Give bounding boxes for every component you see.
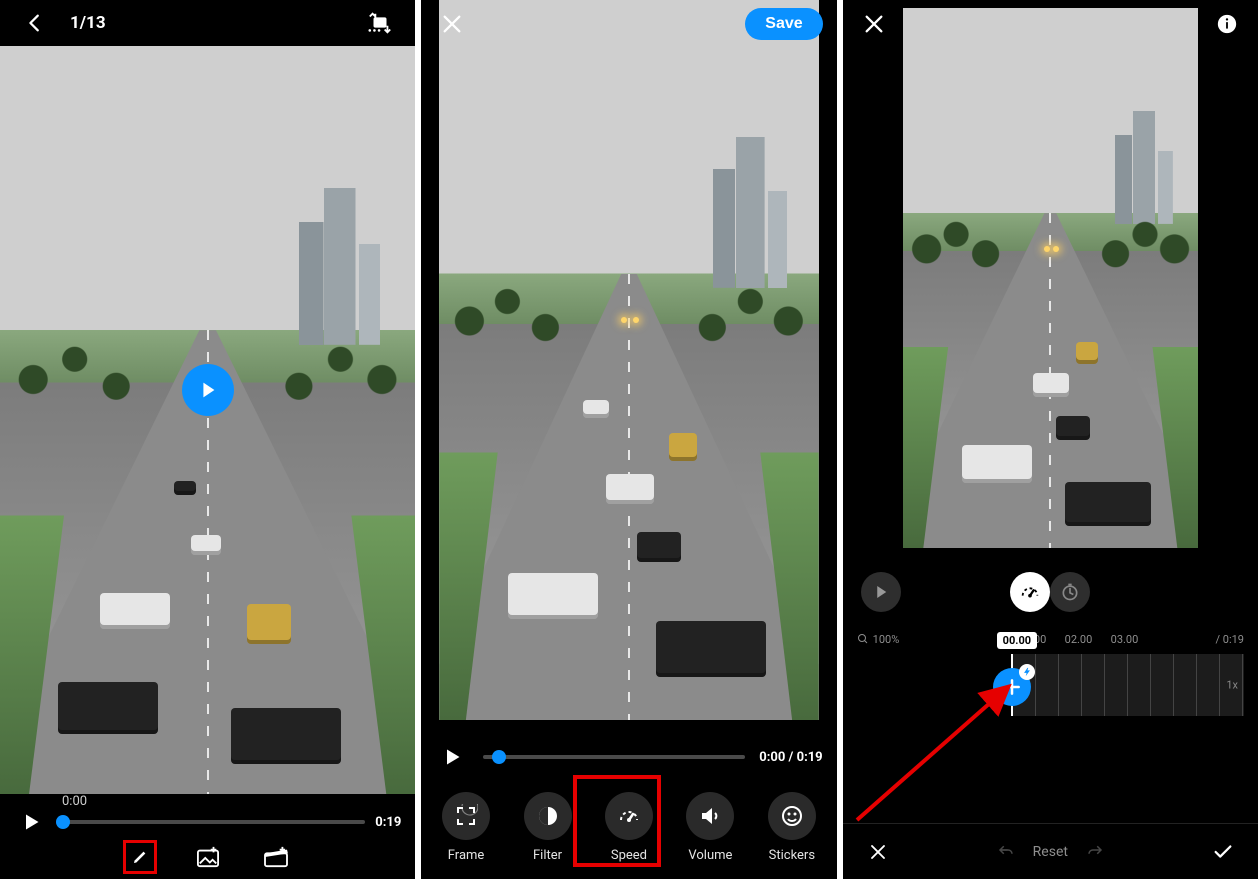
panel-speed-editor: 100% • 01.00 02.00 03.00 / 0:19 00.00 1x [843,0,1258,879]
seek-knob[interactable] [492,750,506,764]
tool-label: Stickers [769,848,815,863]
info-icon [1216,13,1238,35]
play-button[interactable] [182,364,234,416]
volume-icon [698,804,722,828]
speed-icon [617,804,641,828]
panel-media-preview: 1/13 0:00 [0,0,415,879]
speed-track[interactable]: 1x [1011,654,1244,716]
ruler-ticks: • 01.00 02.00 03.00 / 0:19 [1009,628,1244,650]
bolt-icon [1022,667,1032,677]
seek-row: 0:19 [0,805,415,839]
zoom-control[interactable]: 100% [857,633,900,646]
play-button[interactable] [435,740,469,774]
panel-edit-tools: Save 0:00 / 0:19 Frame Filter Speed Volu… [421,0,836,879]
close-button[interactable] [857,7,891,41]
seek-bar[interactable] [58,820,365,824]
total-duration: / 0:19 [1216,633,1244,646]
close-icon [863,13,885,35]
redo-icon [1086,841,1104,859]
close-icon [441,13,463,35]
play-icon [442,747,462,767]
speed-mode-freeze[interactable] [1050,572,1090,612]
track-marks [1013,654,1244,716]
video-preview[interactable] [0,46,415,794]
back-button[interactable] [18,6,52,40]
seek-bar[interactable] [483,755,745,759]
lens-button[interactable] [363,6,397,40]
media-counter: 1/13 [70,13,106,33]
tool-filter[interactable]: Filter [524,792,572,863]
video-preview[interactable] [903,8,1198,548]
undo-button[interactable] [997,841,1015,863]
edit-button[interactable] [123,840,157,874]
plus-icon [1002,677,1022,697]
play-icon [21,812,41,832]
topbar: 1/13 [0,0,415,46]
undo-icon [997,841,1015,859]
seek-row: 0:00 / 0:19 [421,740,836,774]
bottom-toolbar [0,835,415,879]
redo-button[interactable] [1086,841,1104,863]
cancel-button[interactable] [861,835,895,869]
filter-icon [536,804,560,828]
track-speed-label: 1x [1226,679,1238,692]
lens-icon [367,12,393,34]
add-image-button[interactable] [191,840,225,874]
time-display: 0:00 / 0:19 [759,750,822,765]
tool-volume[interactable]: Volume [686,792,734,863]
play-button-small[interactable] [14,805,48,839]
video-preview[interactable] [439,0,818,720]
play-icon [197,379,219,401]
speed-mode-toggle [1010,572,1090,612]
magnifier-icon [857,633,869,645]
stickers-icon [780,804,804,828]
timeline-ruler: 100% • 01.00 02.00 03.00 / 0:19 [843,628,1258,650]
topbar [843,0,1258,48]
clapper-icon [263,846,289,868]
tool-label: Speed [611,848,647,863]
ruler-tick: 03.00 [1111,633,1157,646]
bolt-badge [1019,664,1035,680]
close-button[interactable] [435,7,469,41]
seek-knob[interactable] [56,815,70,829]
tool-row: Frame Filter Speed Volume Stickers [421,792,836,863]
play-button[interactable] [861,572,901,612]
save-button[interactable]: Save [745,8,822,40]
play-row [843,568,1258,616]
speedometer-icon [1019,581,1041,603]
bottom-bar: Reset [843,823,1258,879]
topbar: Save [421,0,836,48]
add-image-icon [196,846,220,868]
frame-icon [454,804,478,828]
speed-mode-curve[interactable] [1010,572,1050,612]
tool-label: Frame [448,848,485,863]
tool-speed[interactable]: Speed [605,792,653,863]
confirm-button[interactable] [1206,835,1240,869]
close-icon [869,843,887,861]
arrow-left-icon [24,12,46,34]
add-speed-point-button[interactable] [993,668,1031,706]
pencil-icon [132,846,148,868]
center-controls: Reset [997,841,1104,863]
info-button[interactable] [1210,7,1244,41]
ruler-tick: 02.00 [1065,633,1111,646]
stopwatch-icon [1060,582,1080,602]
tool-stickers[interactable]: Stickers [768,792,816,863]
check-icon [1212,841,1234,863]
add-clip-button[interactable] [259,840,293,874]
playhead-time: 00.00 [997,632,1037,649]
tool-frame[interactable]: Frame [442,792,490,863]
duration-label: 0:19 [375,815,401,830]
tool-label: Filter [533,848,562,863]
zoom-label: 100% [873,633,900,646]
reset-button[interactable]: Reset [1033,844,1068,860]
play-icon [872,583,890,601]
tool-label: Volume [688,848,732,863]
